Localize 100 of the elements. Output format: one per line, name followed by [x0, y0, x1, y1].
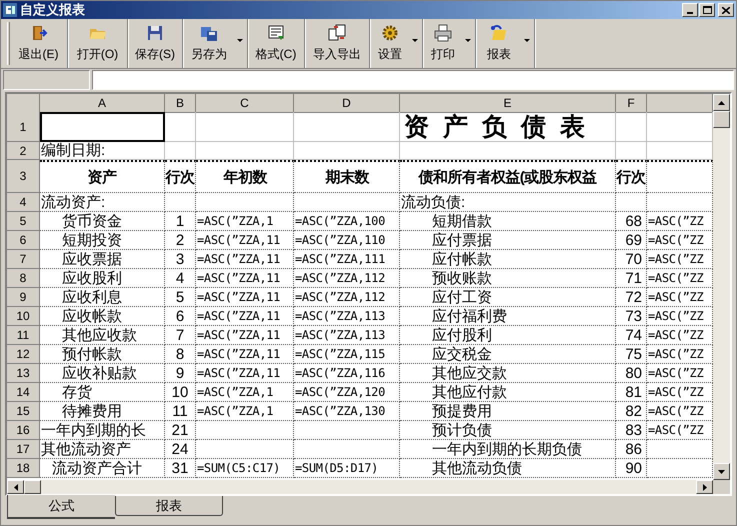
table-cell[interactable]: =ASC(”ZZA,1	[196, 383, 294, 402]
table-cell[interactable]: 1	[165, 212, 196, 231]
column-header[interactable]: E	[400, 94, 616, 113]
table-cell[interactable]: =ASC(”ZZA,113	[294, 307, 400, 326]
table-cell[interactable]: =ASC(”ZZA,11	[196, 288, 294, 307]
sheet-tab[interactable]: 公式	[7, 495, 115, 519]
table-cell[interactable]: =ASC(”ZZA,11	[196, 345, 294, 364]
table-cell[interactable]: =ASC(”ZZA,112	[294, 288, 400, 307]
table-cell[interactable]: 2	[165, 231, 196, 250]
table-cell[interactable]: 其他应付款	[400, 383, 616, 402]
table-cell[interactable]: 90	[616, 459, 647, 478]
column-heading[interactable]: 期末数	[294, 160, 400, 193]
sheet-tab[interactable]: 报表	[115, 496, 223, 516]
table-cell[interactable]: 其他流动资产	[40, 440, 165, 459]
table-cell[interactable]: 应付股利	[400, 326, 616, 345]
row-header[interactable]: 2	[7, 142, 40, 160]
table-cell[interactable]: =ASC(”ZZA,112	[294, 269, 400, 288]
table-cell[interactable]: 80	[616, 364, 647, 383]
table-cell[interactable]: 71	[616, 269, 647, 288]
table-cell[interactable]: 预收账款	[400, 269, 616, 288]
column-header[interactable]: C	[196, 94, 294, 113]
column-heading[interactable]: 资产	[40, 160, 165, 193]
table-cell[interactable]: 货币资金	[40, 212, 165, 231]
table-cell[interactable]: =ASC(”ZZA,130	[294, 402, 400, 421]
column-heading[interactable]: 行次	[165, 160, 196, 193]
table-cell[interactable]: 预计负债	[400, 421, 616, 440]
toolbar-button[interactable]: 打开(O)	[68, 19, 128, 68]
column-heading[interactable]: 债和所有者权益(或股东权益	[400, 160, 616, 193]
table-cell[interactable]: 11	[165, 402, 196, 421]
table-cell[interactable]: =ASC(”ZZA,1	[196, 212, 294, 231]
table-cell[interactable]: 流动资产合计	[40, 459, 165, 478]
toolbar-button[interactable]: 设置	[370, 19, 423, 68]
table-cell[interactable]: 4	[165, 269, 196, 288]
table-cell[interactable]: 应付福利费	[400, 307, 616, 326]
table-cell[interactable]: 应付工资	[400, 288, 616, 307]
table-cell[interactable]: 应付帐款	[400, 250, 616, 269]
row-header[interactable]: 13	[7, 364, 40, 383]
table-cell[interactable]: 82	[616, 402, 647, 421]
table-cell[interactable]: =ASC(”ZZA,11	[196, 250, 294, 269]
table-cell[interactable]: =ASC(”ZZA,116	[294, 364, 400, 383]
table-cell[interactable]: =ASC(”ZZA,100	[294, 212, 400, 231]
row-header[interactable]: 15	[7, 402, 40, 421]
table-cell[interactable]: 86	[616, 440, 647, 459]
table-cell[interactable]: =ASC(”ZZA,113	[294, 326, 400, 345]
row-header[interactable]: 9	[7, 288, 40, 307]
column-header[interactable]: F	[616, 94, 647, 113]
table-cell[interactable]: =SUM(D5:D17)	[294, 459, 400, 478]
table-cell[interactable]: 72	[616, 288, 647, 307]
row-header[interactable]: 7	[7, 250, 40, 269]
table-cell[interactable]: 应收补贴款	[40, 364, 165, 383]
table-cell[interactable]: =ASC(”ZZA,11	[196, 307, 294, 326]
table-cell[interactable]: 流动资产:	[40, 193, 165, 212]
table-cell[interactable]: 9	[165, 364, 196, 383]
toolbar-button[interactable]: 打印	[423, 19, 476, 68]
table-cell[interactable]: 短期借款	[400, 212, 616, 231]
row-header[interactable]: 3	[7, 160, 40, 193]
table-cell[interactable]: 其他应收款	[40, 326, 165, 345]
toolbar-button[interactable]: 报表	[476, 19, 535, 68]
row-header[interactable]: 6	[7, 231, 40, 250]
table-cell[interactable]: 73	[616, 307, 647, 326]
table-cell[interactable]: =ASC(”ZZA,115	[294, 345, 400, 364]
table-cell[interactable]: 68	[616, 212, 647, 231]
table-cell[interactable]: 应收票据	[40, 250, 165, 269]
column-header[interactable]: A	[40, 94, 165, 113]
column-heading[interactable]: 年初数	[196, 160, 294, 193]
table-cell[interactable]: 短期投资	[40, 231, 165, 250]
table-cell[interactable]: 70	[616, 250, 647, 269]
row-header[interactable]: 16	[7, 421, 40, 440]
table-cell[interactable]: =ASC(”ZZA,1	[196, 402, 294, 421]
table-cell[interactable]: 一年内到期的长期负债	[400, 440, 616, 459]
table-cell[interactable]: 5	[165, 288, 196, 307]
row-header[interactable]: 10	[7, 307, 40, 326]
table-cell[interactable]: =ASC(”ZZA,11	[196, 326, 294, 345]
table-cell[interactable]: 6	[165, 307, 196, 326]
table-cell[interactable]: 应交税金	[400, 345, 616, 364]
row-header[interactable]: 4	[7, 193, 40, 212]
toolbar-button[interactable]: 保存(S)	[128, 19, 183, 68]
table-cell[interactable]: 其他应交款	[400, 364, 616, 383]
table-cell[interactable]: =ASC(”ZZA,120	[294, 383, 400, 402]
table-cell[interactable]: =ASC(”ZZA,11	[196, 231, 294, 250]
table-cell[interactable]: 69	[616, 231, 647, 250]
table-cell[interactable]: 应收帐款	[40, 307, 165, 326]
table-cell[interactable]: 83	[616, 421, 647, 440]
table-cell[interactable]: 3	[165, 250, 196, 269]
table-cell[interactable]: 流动负债:	[400, 193, 616, 212]
table-cell[interactable]: 24	[165, 440, 196, 459]
table-cell[interactable]: =ASC(”ZZA,11	[196, 269, 294, 288]
table-cell[interactable]: 预付帐款	[40, 345, 165, 364]
table-cell[interactable]: 81	[616, 383, 647, 402]
table-cell[interactable]: 待摊费用	[40, 402, 165, 421]
table-cell[interactable]: 存货	[40, 383, 165, 402]
table-cell[interactable]: 31	[165, 459, 196, 478]
column-header[interactable]: D	[294, 94, 400, 113]
column-header[interactable]: B	[165, 94, 196, 113]
row-header[interactable]: 14	[7, 383, 40, 402]
row-header[interactable]: 5	[7, 212, 40, 231]
table-cell[interactable]: =ASC(”ZZA,110	[294, 231, 400, 250]
table-cell[interactable]: =ASC(”ZZA,111	[294, 250, 400, 269]
table-cell[interactable]: 7	[165, 326, 196, 345]
table-cell[interactable]: 其他流动负债	[400, 459, 616, 478]
